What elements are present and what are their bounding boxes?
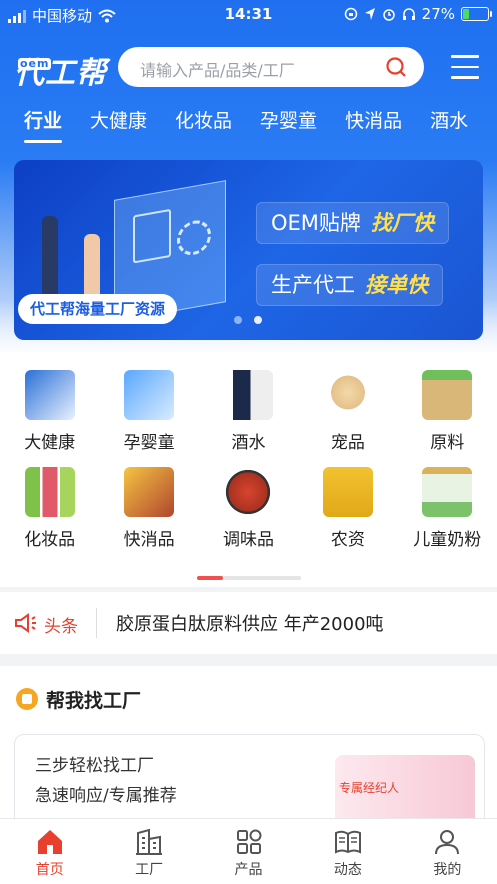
person-illustration bbox=[42, 216, 58, 296]
milk-powder-can-icon bbox=[422, 467, 473, 517]
nav-products[interactable]: 产品 bbox=[199, 819, 298, 884]
nav-factory[interactable]: 工厂 bbox=[99, 819, 198, 884]
headline-divider bbox=[96, 608, 97, 638]
find-factory-section: 帮我找工厂 三步轻松找工厂 急速响应/专属推荐 专属经纪人 bbox=[0, 666, 497, 846]
battery-icon bbox=[461, 7, 492, 21]
headline-ticker[interactable]: 头条 胶原蛋白肽原料供应 年产2000吨 bbox=[0, 592, 497, 654]
puppy-icon bbox=[322, 370, 373, 420]
fertilizer-bag-icon bbox=[322, 467, 373, 517]
user-icon bbox=[435, 830, 460, 855]
megaphone-icon bbox=[15, 613, 36, 633]
tab-maternal-baby[interactable]: 孕婴童 bbox=[260, 100, 317, 150]
search-icon[interactable] bbox=[384, 55, 408, 79]
baby-product-bags-icon bbox=[124, 370, 175, 420]
banner-slogan-oem: OEM贴牌 找厂快 bbox=[256, 202, 449, 244]
home-icon bbox=[37, 830, 62, 854]
grid-icon bbox=[236, 829, 262, 854]
tab-cosmetics[interactable]: 化妆品 bbox=[175, 100, 232, 150]
banner-tag: 代工帮海量工厂资源 bbox=[18, 294, 178, 324]
search-placeholder: 请输入产品/品类/工厂 bbox=[140, 61, 295, 80]
logo-badge: oem bbox=[18, 57, 52, 70]
card-line-1: 三步轻松找工厂 bbox=[35, 756, 154, 776]
tab-fmcg[interactable]: 快消品 bbox=[345, 100, 402, 150]
headline-text[interactable]: 胶原蛋白肽原料供应 年产2000吨 bbox=[116, 610, 384, 636]
category-cosmetics[interactable]: 化妆品 bbox=[0, 467, 99, 550]
category-grid-section: 大健康 孕婴童 酒水 宠品 原料 化妆品 快消品 调味品 农资 儿童奶粉 bbox=[0, 352, 497, 587]
menu-icon[interactable] bbox=[451, 55, 479, 79]
banner-slogan-production: 生产代工 接单快 bbox=[256, 264, 443, 306]
supplement-box-icon bbox=[24, 370, 75, 420]
app-logo[interactable]: 代工帮 oem bbox=[14, 48, 107, 92]
category-liquor[interactable]: 酒水 bbox=[199, 370, 298, 453]
status-bar: 中国移动 14:31 27% bbox=[0, 0, 497, 30]
category-scroll-indicator bbox=[197, 576, 301, 580]
alarm-icon bbox=[382, 9, 395, 21]
lipsticks-icon bbox=[24, 467, 75, 517]
carousel-dot[interactable] bbox=[234, 316, 242, 324]
search-input[interactable]: 请输入产品/品类/工厂 bbox=[118, 47, 424, 87]
category-maternal-baby[interactable]: 孕婴童 bbox=[99, 370, 198, 453]
grain-jar-icon bbox=[422, 370, 473, 420]
liquor-bottle-icon bbox=[223, 370, 274, 420]
book-icon bbox=[334, 830, 361, 854]
snacks-icon bbox=[124, 467, 175, 517]
hotpot-icon bbox=[223, 467, 274, 517]
card-line-2: 急速响应/专属推荐 bbox=[35, 786, 177, 806]
battery-percent: 27% bbox=[421, 5, 455, 23]
nav-profile[interactable]: 我的 bbox=[398, 819, 497, 884]
rotation-lock-icon bbox=[344, 7, 357, 21]
headline-tag: 头条 bbox=[44, 617, 78, 637]
factory-icon bbox=[136, 828, 163, 855]
nav-home[interactable]: 首页 bbox=[0, 819, 99, 884]
tab-liquor[interactable]: 酒水 bbox=[430, 100, 468, 150]
bottom-nav: 首页 工厂 产品 动态 我的 bbox=[0, 818, 497, 884]
factory-badge-icon bbox=[16, 688, 38, 710]
category-health[interactable]: 大健康 bbox=[0, 370, 99, 453]
carousel-dot[interactable] bbox=[254, 316, 262, 324]
category-fmcg[interactable]: 快消品 bbox=[99, 467, 198, 550]
category-seasoning[interactable]: 调味品 bbox=[199, 467, 298, 550]
headphones-icon bbox=[402, 8, 415, 20]
tab-health[interactable]: 大健康 bbox=[90, 100, 147, 150]
category-agriculture[interactable]: 农资 bbox=[298, 467, 397, 550]
category-tabs: 行业 大健康 化妆品 孕婴童 快消品 酒水 bbox=[0, 100, 497, 150]
category-raw-material[interactable]: 原料 bbox=[398, 370, 497, 453]
carousel-dots bbox=[234, 316, 262, 324]
agent-label: 专属经纪人 bbox=[339, 781, 400, 795]
location-icon bbox=[364, 8, 375, 20]
tab-industry[interactable]: 行业 bbox=[24, 100, 63, 150]
section-title: 帮我找工厂 bbox=[46, 690, 142, 712]
nav-updates[interactable]: 动态 bbox=[298, 819, 397, 884]
category-pet[interactable]: 宠品 bbox=[298, 370, 397, 453]
category-infant-formula[interactable]: 儿童奶粉 bbox=[398, 467, 497, 550]
promo-banner[interactable]: OEM贴牌 找厂快 生产代工 接单快 代工帮海量工厂资源 bbox=[14, 160, 483, 340]
person-illustration bbox=[84, 234, 100, 298]
